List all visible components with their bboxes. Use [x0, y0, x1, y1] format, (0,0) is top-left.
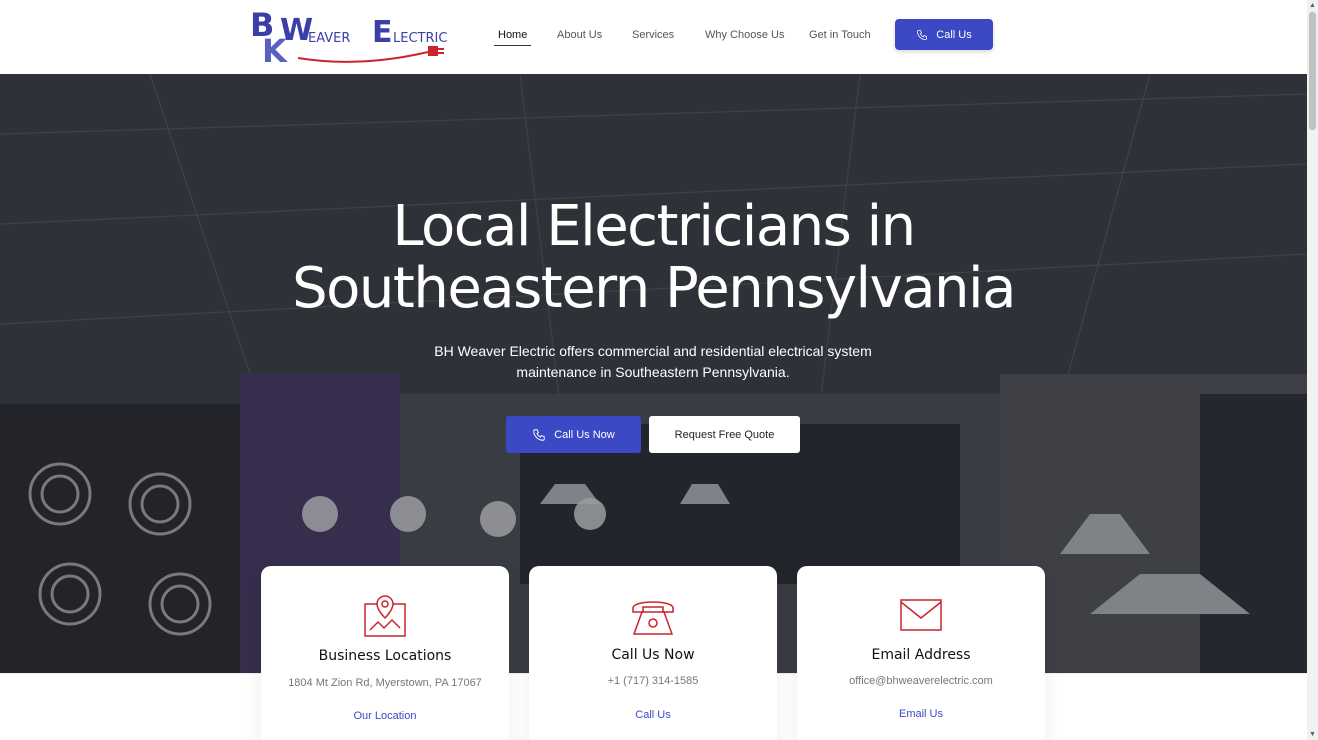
header-call-label: Call Us [936, 28, 972, 41]
email-us-link[interactable]: Email Us [797, 708, 1045, 720]
card-title: Email Address [871, 647, 971, 663]
scroll-up-arrow-icon[interactable]: ▲ [1307, 0, 1318, 11]
phone-icon [917, 29, 928, 40]
svg-text:E: E [372, 15, 393, 50]
call-us-now-label: Call Us Now [554, 428, 615, 441]
brand-logo[interactable]: B K W EAVER E LECTRIC [250, 6, 455, 66]
scroll-down-arrow-icon[interactable]: ▼ [1307, 729, 1318, 740]
nav-item-why-choose-us[interactable]: Why Choose Us [705, 29, 784, 41]
logo-icon: B K W EAVER E LECTRIC [250, 6, 447, 66]
hero-title: Local Electricians in Southeastern Penns… [0, 196, 1307, 320]
svg-text:EAVER: EAVER [308, 31, 350, 46]
hero-title-line2: Southeastern Pennsylvania [292, 256, 1016, 321]
hero-subtitle: BH Weaver Electric offers commercial and… [434, 343, 872, 380]
card-business-locations: Business Locations 1804 Mt Zion Rd, Myer… [261, 566, 509, 740]
card-title: Business Locations [318, 648, 452, 664]
header-call-button[interactable]: Call Us [895, 19, 993, 50]
hero-title-line1: Local Electricians in [392, 194, 916, 259]
nav-item-get-in-touch[interactable]: Get in Touch [809, 29, 871, 41]
request-free-quote-button[interactable]: Request Free Quote [649, 416, 800, 453]
scrollbar-thumb[interactable] [1309, 12, 1316, 130]
card-title: Call Us Now [611, 647, 695, 663]
svg-text:LECTRIC: LECTRIC [393, 31, 447, 46]
card-value: 1804 Mt Zion Rd, Myerstown, PA 17067 [288, 677, 482, 689]
telephone-icon [632, 601, 674, 635]
phone-icon [533, 428, 545, 441]
nav-item-about-us[interactable]: About Us [557, 29, 602, 41]
nav-item-home[interactable]: Home [498, 29, 527, 41]
call-us-now-button[interactable]: Call Us Now [506, 416, 641, 453]
nav-item-services[interactable]: Services [632, 29, 674, 41]
our-location-link[interactable]: Our Location [261, 710, 509, 722]
map-pin-icon [364, 595, 406, 637]
card-value: office@bhweaverelectric.com [849, 675, 993, 687]
nav-active-underline [494, 45, 531, 46]
card-email-address: Email Address office@bhweaverelectric.co… [797, 566, 1045, 740]
envelope-icon [900, 599, 942, 631]
card-call-us-now: Call Us Now +1 (717) 314-1585 Call Us [529, 566, 777, 740]
call-us-link[interactable]: Call Us [529, 709, 777, 721]
card-value: +1 (717) 314-1585 [607, 675, 699, 687]
site-header: B K W EAVER E LECTRIC Home About Us Serv… [0, 0, 1307, 74]
